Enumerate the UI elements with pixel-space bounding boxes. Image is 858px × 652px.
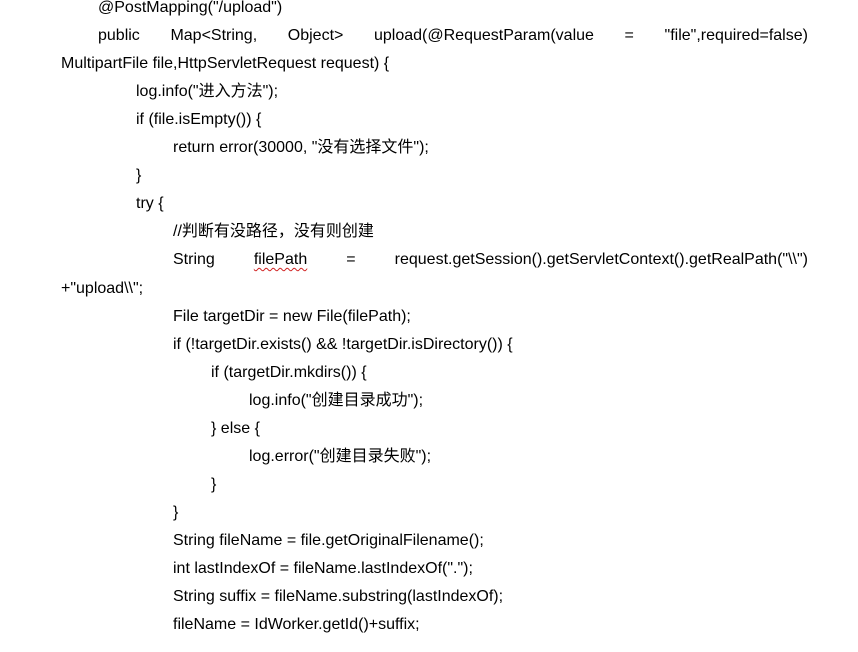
code-line-justified: public Map<String, Object> upload(@Reque… — [98, 25, 808, 47]
code-line: int lastIndexOf = fileName.lastIndexOf("… — [173, 560, 473, 577]
code-line: File targetDir = new File(filePath); — [173, 308, 411, 325]
code-line: } — [136, 167, 142, 184]
code-line: if (!targetDir.exists() && !targetDir.is… — [173, 336, 513, 353]
code-line: return error(30000, "没有选择文件"); — [173, 139, 429, 156]
code-token: public — [98, 27, 140, 44]
code-token: request.getSession().getServletContext()… — [394, 251, 808, 268]
code-token: = — [624, 27, 634, 44]
code-token: String — [173, 251, 215, 268]
code-token: Object> — [287, 27, 344, 44]
code-token: "file",required=false) — [664, 27, 808, 44]
code-line: log.error("创建目录失败"); — [249, 448, 432, 465]
code-line: if (targetDir.mkdirs()) { — [211, 364, 367, 381]
code-line: } — [173, 504, 179, 521]
code-comment: //判断有没路径，没有则创建 — [173, 223, 374, 240]
code-line: @PostMapping("/upload") — [98, 0, 283, 16]
code-token: Map<String, — [170, 27, 258, 44]
code-line: MultipartFile file,HttpServletRequest re… — [61, 55, 390, 72]
code-line: log.info("进入方法"); — [136, 83, 279, 100]
code-line: String fileName = file.getOriginalFilena… — [173, 532, 484, 549]
code-line: +"upload\\"; — [61, 280, 144, 297]
document-page: @PostMapping("/upload") public Map<Strin… — [0, 0, 858, 652]
code-line: try { — [136, 195, 164, 212]
code-line: log.info("创建目录成功"); — [249, 392, 424, 409]
code-line: } else { — [211, 420, 260, 437]
code-line-justified: String filePath = request.getSession().g… — [173, 249, 808, 271]
code-token: = — [346, 251, 356, 268]
code-line: String suffix = fileName.substring(lastI… — [173, 588, 504, 605]
code-token: upload(@RequestParam(value — [374, 27, 594, 44]
code-line: fileName = IdWorker.getId()+suffix; — [173, 616, 420, 633]
code-line: } — [211, 476, 217, 493]
code-token: filePath — [253, 251, 308, 268]
code-line: if (file.isEmpty()) { — [136, 111, 262, 128]
